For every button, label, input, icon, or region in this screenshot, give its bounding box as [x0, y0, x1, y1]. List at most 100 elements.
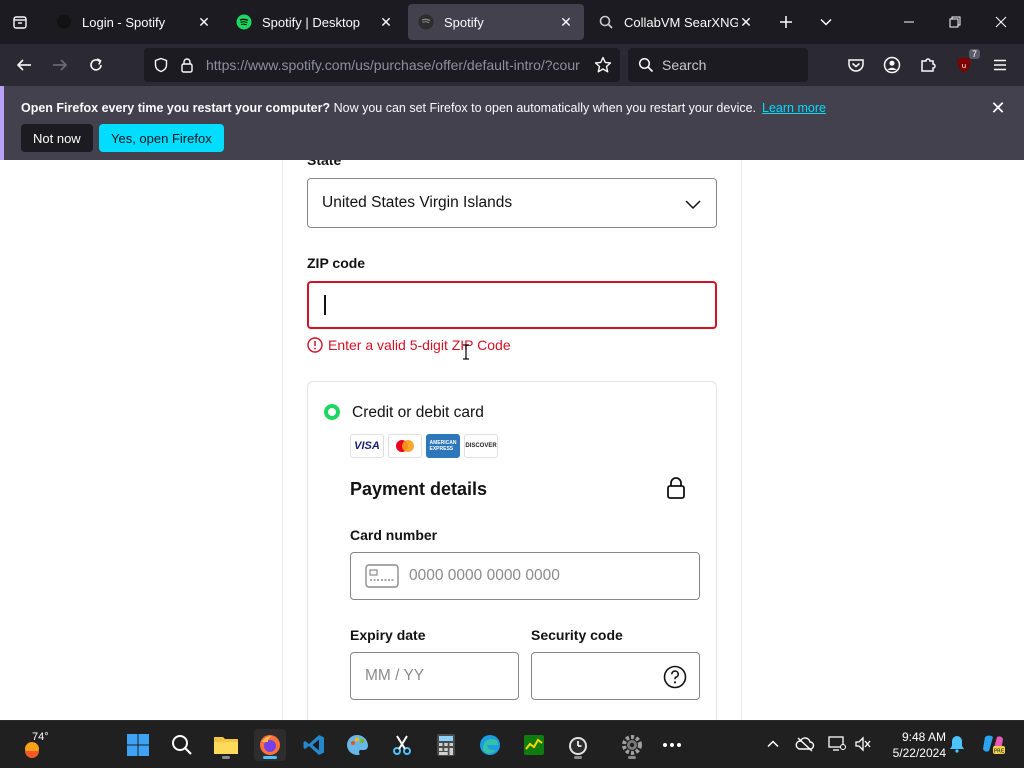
arrow-left-icon — [16, 59, 31, 71]
search-bar[interactable]: Search — [628, 48, 808, 82]
close-tab-icon[interactable]: ✕ — [196, 14, 212, 30]
more-apps-button[interactable] — [656, 729, 688, 761]
minimize-window-button[interactable] — [886, 0, 932, 44]
tab-collabvm-searxng[interactable]: CollabVM SearXNG ✕ — [588, 4, 764, 40]
expiry-placeholder: MM / YY — [365, 667, 425, 684]
chevron-down-icon — [685, 200, 701, 210]
security-code-input[interactable] — [531, 652, 700, 700]
close-notification-icon[interactable]: ✕ — [988, 98, 1008, 118]
restore-icon — [949, 16, 961, 28]
back-button[interactable] — [8, 49, 40, 81]
close-tab-icon[interactable]: ✕ — [378, 14, 394, 30]
forward-button[interactable] — [44, 49, 76, 81]
file-explorer-button[interactable] — [210, 729, 242, 761]
tab-spotify-desktop[interactable]: Spotify | Desktop ✕ — [226, 4, 404, 40]
tracking-protection-shield-icon[interactable] — [152, 56, 170, 74]
searxng-favicon-icon — [598, 14, 614, 30]
tab-title: Spotify | Desktop — [262, 14, 361, 30]
learn-more-link[interactable]: Learn more — [762, 101, 826, 115]
payment-method-box: Credit or debit card VISA AMERICAN EXPRES… — [307, 381, 717, 720]
credit-card-radio[interactable] — [324, 404, 340, 420]
vscode-taskbar-button[interactable] — [298, 729, 330, 761]
clock-app-taskbar-button[interactable] — [562, 729, 594, 761]
weather-temp: 74° — [32, 731, 49, 743]
address-bar[interactable]: https://www.spotify.com/us/purchase/offe… — [144, 48, 620, 82]
chevron-up-icon — [767, 740, 779, 748]
expiry-date-input[interactable]: MM / YY — [350, 652, 519, 700]
reload-icon — [90, 58, 102, 71]
not-now-button[interactable]: Not now — [21, 124, 93, 152]
app-menu-button[interactable] — [984, 49, 1016, 81]
edge-logo-icon — [480, 735, 500, 755]
display-tray-button[interactable] — [826, 733, 848, 755]
running-indicator — [222, 756, 230, 759]
card-logos: VISA AMERICAN EXPRESS DISCOVER — [350, 434, 498, 458]
web-page: State United States Virgin Islands ZIP c… — [0, 160, 1024, 720]
start-button[interactable] — [122, 729, 154, 761]
close-window-button[interactable] — [978, 0, 1024, 44]
volume-tray-button[interactable] — [852, 733, 874, 755]
minimize-icon — [904, 21, 914, 23]
paint-taskbar-button[interactable] — [342, 729, 374, 761]
monitor-icon — [828, 736, 846, 751]
onedrive-tray-button[interactable] — [794, 733, 816, 755]
list-all-tabs-button[interactable] — [812, 8, 840, 36]
tab-login-spotify[interactable]: Login - Spotify ✕ — [46, 4, 222, 40]
extension-badge: 7 — [968, 49, 980, 59]
firefox-view-icon — [13, 16, 27, 29]
spotify-favicon-icon — [236, 14, 252, 30]
weather-widget[interactable]: 74° — [20, 731, 60, 761]
edge-taskbar-button[interactable] — [474, 729, 506, 761]
reload-button[interactable] — [80, 49, 112, 81]
notifications-button[interactable] — [946, 733, 968, 755]
folder-icon — [214, 737, 238, 754]
close-tab-icon[interactable]: ✕ — [558, 14, 574, 30]
firefox-view-button[interactable] — [0, 0, 40, 44]
text-cursor — [324, 295, 326, 315]
plus-icon — [780, 16, 792, 28]
extensions-button[interactable] — [912, 49, 944, 81]
security-code-label: Security code — [531, 627, 623, 643]
calculator-taskbar-button[interactable] — [430, 729, 462, 761]
copilot-icon: PRE — [983, 735, 1005, 755]
tab-strip: Login - Spotify ✕ Spotify | Desktop ✕ Sp… — [0, 0, 1024, 44]
account-icon — [883, 56, 901, 74]
tab-title: CollabVM SearXNG — [624, 14, 738, 30]
active-window-indicator — [263, 756, 277, 759]
zip-code-input[interactable] — [307, 281, 717, 329]
clock-date: 5/22/2024 — [892, 746, 946, 760]
notification-bold-text: Open Firefox every time you restart your… — [21, 101, 331, 115]
task-manager-taskbar-button[interactable] — [518, 729, 550, 761]
show-hidden-icons-button[interactable] — [762, 733, 784, 755]
speaker-muted-icon — [855, 736, 871, 752]
help-question-icon[interactable] — [663, 665, 687, 689]
card-icon — [365, 564, 399, 588]
card-number-input[interactable]: 0000 0000 0000 0000 — [350, 552, 700, 600]
account-button[interactable] — [876, 49, 908, 81]
tab-spotify-active[interactable]: Spotify ✕ — [408, 4, 584, 40]
scissors-icon — [393, 735, 411, 755]
clock-time: 9:48 AM — [901, 730, 946, 744]
firefox-logo-icon — [260, 735, 280, 755]
state-select[interactable]: United States Virgin Islands — [307, 178, 717, 228]
firefox-taskbar-button[interactable] — [254, 729, 286, 761]
navigation-toolbar: https://www.spotify.com/us/purchase/offe… — [0, 44, 1024, 86]
system-clock[interactable]: 9:48 AM 5/22/2024 — [880, 729, 946, 761]
gear-icon — [622, 735, 642, 755]
close-tab-icon[interactable]: ✕ — [738, 14, 754, 30]
bookmark-star-icon[interactable] — [594, 56, 612, 74]
yes-open-firefox-button[interactable]: Yes, open Firefox — [99, 124, 224, 152]
ublock-extension-button[interactable]: u 7 — [948, 49, 980, 81]
payment-details-title: Payment details — [350, 479, 488, 499]
settings-taskbar-button[interactable] — [616, 729, 648, 761]
lock-icon[interactable] — [178, 56, 196, 74]
pocket-button[interactable] — [840, 49, 872, 81]
restore-window-button[interactable] — [932, 0, 978, 44]
taskbar-search-button[interactable] — [166, 729, 198, 761]
expiry-date-label: Expiry date — [350, 627, 426, 643]
new-tab-button[interactable] — [772, 8, 800, 36]
snipping-tool-taskbar-button[interactable] — [386, 729, 418, 761]
windows-taskbar: 74° 9:48 AM 5/22/2024 PRE — [0, 720, 1024, 768]
copilot-button[interactable]: PRE — [980, 733, 1006, 755]
zip-code-label: ZIP code — [307, 255, 366, 271]
